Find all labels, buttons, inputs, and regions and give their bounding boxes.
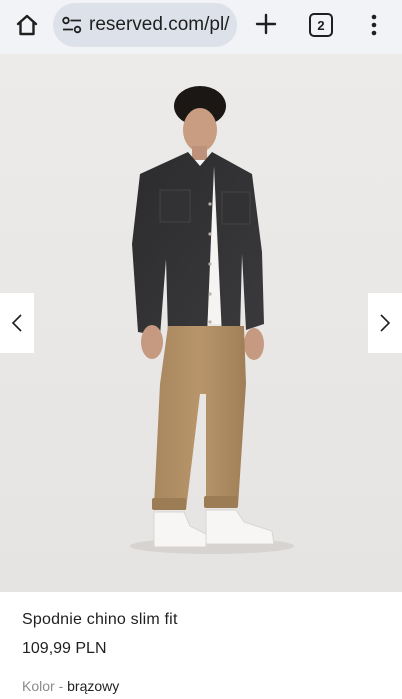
browser-menu-button[interactable] xyxy=(362,10,386,40)
browser-toolbar: reserved.com/pl/ 2 xyxy=(0,0,402,54)
chevron-left-icon xyxy=(11,314,22,332)
next-image-button[interactable] xyxy=(368,293,402,353)
color-value: brązowy xyxy=(67,678,120,694)
previous-image-button[interactable] xyxy=(0,293,34,353)
model-photo xyxy=(0,54,402,592)
tab-switcher-button[interactable]: 2 xyxy=(309,13,333,37)
url-text[interactable]: reserved.com/pl/ xyxy=(89,14,229,36)
product-name: Spodnie chino slim fit xyxy=(22,611,178,628)
new-tab-button[interactable] xyxy=(252,10,280,38)
plus-icon xyxy=(255,13,277,35)
home-icon xyxy=(16,14,38,36)
color-separator: - xyxy=(58,678,64,694)
color-row: Kolor - brązowy xyxy=(22,678,119,694)
address-bar[interactable]: reserved.com/pl/ xyxy=(53,3,237,47)
product-image[interactable] xyxy=(0,54,402,592)
color-label: Kolor xyxy=(22,678,55,694)
tab-count: 2 xyxy=(317,17,325,33)
product-price: 109,99 PLN xyxy=(22,640,107,657)
url-fade xyxy=(229,3,237,47)
home-button[interactable] xyxy=(12,10,42,40)
chevron-right-icon xyxy=(380,314,391,332)
site-settings-icon[interactable] xyxy=(61,15,83,35)
more-vert-icon xyxy=(371,14,377,36)
product-info: Spodnie chino slim fit 109,99 PLN Kolor … xyxy=(0,592,402,699)
